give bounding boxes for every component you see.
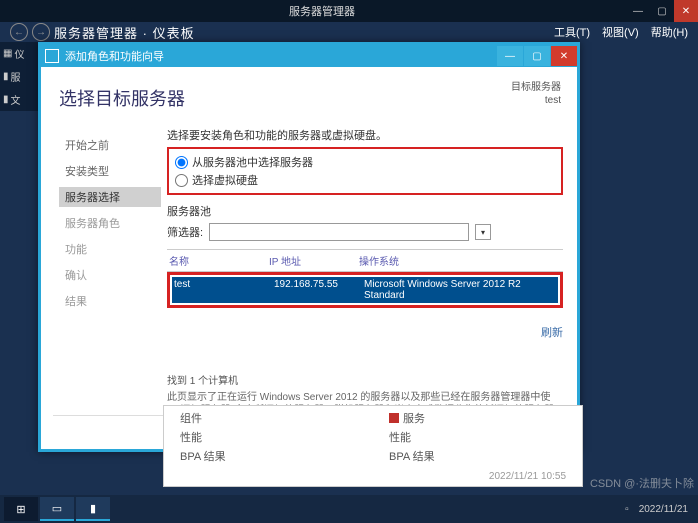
found-count: 找到 1 个计算机	[167, 372, 563, 387]
taskbar-item-powershell[interactable]: ▮	[76, 497, 110, 521]
nav-server-roles: 服务器角色	[59, 213, 161, 233]
col-os[interactable]: 操作系统	[359, 253, 561, 268]
forward-icon: →	[32, 23, 50, 41]
wizard-nav: 开始之前 安装类型 服务器选择 服务器角色 功能 确认 结果	[41, 67, 161, 417]
nav-server-selection[interactable]: 服务器选择	[59, 187, 161, 207]
system-tray[interactable]: ▫ 2022/11/21	[625, 504, 694, 515]
filter-input[interactable]	[209, 223, 469, 241]
destination-server-label: 目标服务器 test	[511, 81, 561, 107]
background-title: 服务器管理器	[18, 3, 626, 19]
list-item[interactable]: 服务	[389, 410, 566, 426]
back-icon[interactable]: ←	[10, 23, 28, 41]
sidebar-item[interactable]: ▮ 文	[0, 88, 40, 111]
filter-dropdown-icon[interactable]: ▾	[475, 224, 491, 240]
background-sidebar: ▦ 仪 ▮ 服 ▮ 文	[0, 42, 40, 111]
menu-help[interactable]: 帮助(H)	[651, 24, 688, 40]
col-name[interactable]: 名称	[169, 253, 269, 268]
wizard-dialog: 添加角色和功能向导 — ▢ ✕ 选择目标服务器 目标服务器 test 开始之前 …	[38, 42, 580, 452]
table-row[interactable]: test 192.168.75.55 Microsoft Windows Ser…	[172, 277, 558, 303]
alert-icon	[389, 413, 399, 423]
wizard-maximize-button[interactable]: ▢	[524, 46, 550, 66]
refresh-link[interactable]: 刷新	[167, 324, 563, 340]
start-button[interactable]: ⊞	[4, 497, 38, 521]
radio-server-pool[interactable]: 从服务器池中选择服务器	[175, 153, 555, 171]
panel-timestamp: 2022/11/21 10:55	[389, 471, 566, 482]
wizard-icon	[45, 49, 59, 63]
nav-confirmation: 确认	[59, 265, 161, 285]
page-title: 选择目标服务器	[59, 85, 185, 111]
nav-install-type[interactable]: 安装类型	[59, 161, 161, 181]
tray-flag-icon[interactable]: ▫	[625, 504, 629, 515]
taskbar-date[interactable]: 2022/11/21	[639, 504, 688, 515]
breadcrumb: 服务器管理器 · 仪表板	[54, 23, 195, 42]
bg-close-button[interactable]: ✕	[674, 0, 698, 22]
list-item[interactable]: BPA 结果	[389, 448, 566, 464]
pool-heading: 服务器池	[167, 203, 563, 219]
wizard-titlebar[interactable]: 添加角色和功能向导 — ▢ ✕	[41, 45, 577, 67]
background-titlebar: 服务器管理器 — ▢ ✕	[0, 0, 698, 22]
watermark: CSDN @·法删夫卜除	[590, 475, 694, 491]
wizard-minimize-button[interactable]: —	[497, 46, 523, 66]
dashboard-panel: 组件 性能 BPA 结果 服务 性能 BPA 结果 2022/11/21 10:…	[163, 405, 583, 487]
nav-features: 功能	[59, 239, 161, 259]
nav-results: 结果	[59, 291, 161, 311]
instruction-text: 选择要安装角色和功能的服务器或虚拟硬盘。	[167, 127, 563, 143]
radio-group-highlight: 从服务器池中选择服务器 选择虚拟硬盘	[167, 147, 563, 195]
filter-label: 筛选器:	[167, 224, 203, 240]
selected-row-highlight: test 192.168.75.55 Microsoft Windows Ser…	[167, 272, 563, 308]
list-item[interactable]: 组件	[180, 410, 357, 426]
bg-minimize-button[interactable]: —	[626, 0, 650, 22]
sidebar-item[interactable]: ▮ 服	[0, 65, 40, 88]
server-pool-table: 名称 IP 地址 操作系统 test 192.168.75.55 Microso…	[167, 249, 563, 308]
background-toolbar: ← → 服务器管理器 · 仪表板 工具(T) 视图(V) 帮助(H)	[0, 22, 698, 42]
menu-view[interactable]: 视图(V)	[602, 24, 639, 40]
wizard-title: 添加角色和功能向导	[65, 48, 496, 64]
list-item[interactable]: 性能	[389, 429, 566, 445]
taskbar[interactable]: ⊞ ▭ ▮ ▫ 2022/11/21	[0, 495, 698, 523]
nav-before-begin[interactable]: 开始之前	[59, 135, 161, 155]
bg-maximize-button[interactable]: ▢	[650, 0, 674, 22]
sidebar-item[interactable]: ▦ 仪	[0, 42, 40, 65]
radio-vhd[interactable]: 选择虚拟硬盘	[175, 171, 555, 189]
wizard-close-button[interactable]: ✕	[551, 46, 577, 66]
taskbar-item-server-manager[interactable]: ▭	[40, 497, 74, 521]
radio-server-pool-input[interactable]	[175, 156, 188, 169]
menu-tools[interactable]: 工具(T)	[554, 24, 590, 40]
col-ip[interactable]: IP 地址	[269, 253, 359, 268]
list-item[interactable]: BPA 结果	[180, 448, 357, 464]
radio-vhd-input[interactable]	[175, 174, 188, 187]
list-item[interactable]: 性能	[180, 429, 357, 445]
wizard-main: 选择要安装角色和功能的服务器或虚拟硬盘。 从服务器池中选择服务器 选择虚拟硬盘 …	[161, 67, 577, 417]
